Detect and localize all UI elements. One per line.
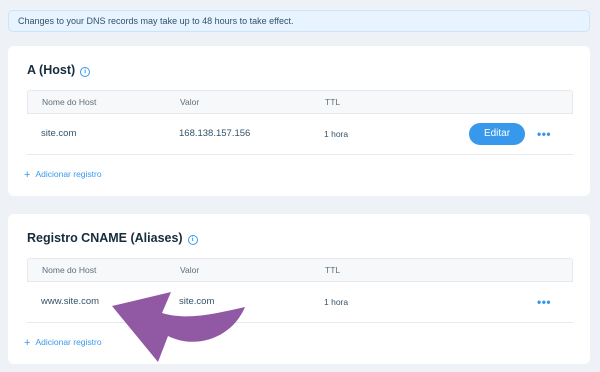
more-options-icon[interactable]: ••• [537,114,551,154]
ttl-cell: 1 hora [324,129,349,139]
info-icon[interactable]: i [80,67,91,77]
section-title: A (Host) i [27,63,91,77]
a-host-card: A (Host) i Nome do Host Valor TTL site.co… [8,46,590,196]
column-header-ttl: TTL [325,97,341,107]
cname-card: Registro CNAME (Aliases) i Nome do Host V… [8,214,590,364]
column-header-ttl: TTL [325,265,341,275]
column-header-value: Valor [180,97,200,107]
column-header-host: Nome do Host [42,265,97,275]
add-record-link[interactable]: + Adicionar registro [24,337,102,349]
notice-text: Changes to your DNS records may take up … [18,16,294,26]
value-cell: site.com [179,296,215,307]
add-record-label: Adicionar registro [35,337,102,347]
section-title-text: Registro CNAME (Aliases) [27,231,183,245]
add-record-label: Adicionar registro [35,169,102,179]
table-header: Nome do Host Valor TTL [27,90,573,114]
ttl-cell: 1 hora [324,297,349,307]
info-icon[interactable]: i [187,235,198,245]
host-name-cell: site.com [41,128,77,139]
value-cell: 168.138.157.156 [179,128,251,139]
cname-table: Nome do Host Valor TTL www.site.com site… [27,258,573,323]
section-title-text: A (Host) [27,63,76,77]
section-title: Registro CNAME (Aliases) i [27,231,198,245]
plus-icon: + [24,169,31,181]
plus-icon: + [24,337,31,349]
table-header: Nome do Host Valor TTL [27,258,573,282]
more-options-icon[interactable]: ••• [537,282,551,322]
table-row: site.com 168.138.157.156 1 hora Editar •… [27,114,573,155]
column-header-host: Nome do Host [42,97,97,107]
host-name-cell: www.site.com [41,296,100,307]
a-host-table: Nome do Host Valor TTL site.com 168.138.… [27,90,573,155]
edit-button[interactable]: Editar [469,123,525,145]
add-record-link[interactable]: + Adicionar registro [24,169,102,181]
dns-notice-banner: Changes to your DNS records may take up … [8,10,590,32]
column-header-value: Valor [180,265,200,275]
table-row: www.site.com site.com 1 hora ••• [27,282,573,323]
